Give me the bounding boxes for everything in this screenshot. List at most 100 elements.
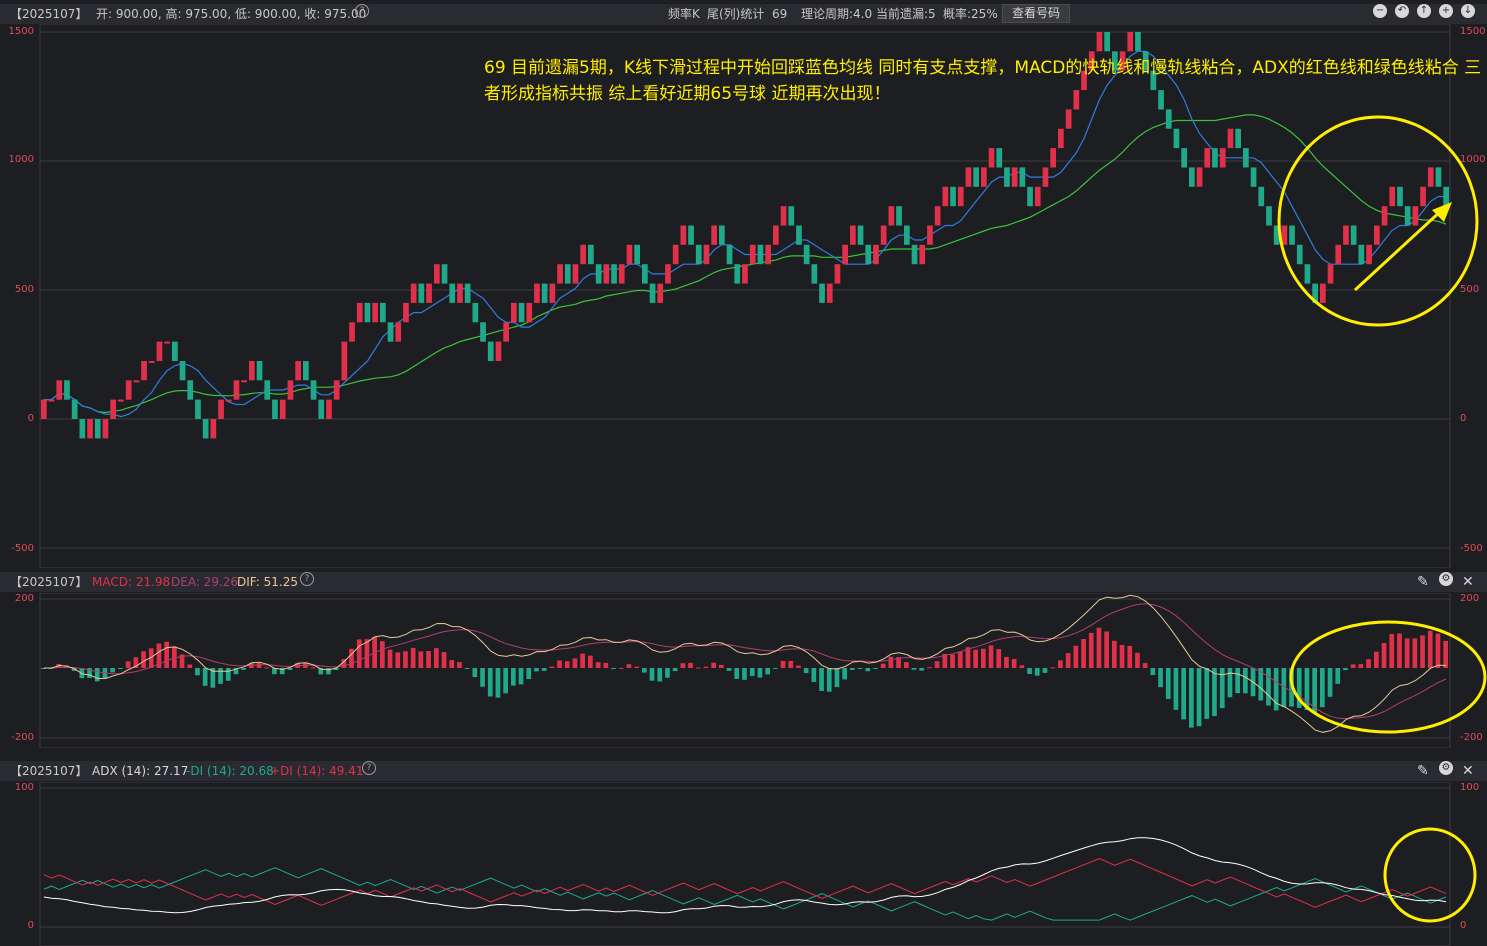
plus-icon[interactable]: + bbox=[1439, 4, 1453, 18]
candle bbox=[649, 283, 656, 303]
macd-histogram-bar bbox=[1227, 668, 1233, 698]
macd-histogram-bar bbox=[626, 664, 632, 668]
dif-value: DIF: 51.25 bbox=[237, 575, 298, 589]
macd-help-icon[interactable]: ? bbox=[300, 572, 314, 586]
candle bbox=[719, 225, 725, 245]
stat-label[interactable]: 尾(列)统计 bbox=[707, 4, 764, 24]
macd-histogram-bar bbox=[1027, 668, 1032, 674]
adx-y-tick-left-0: 0 bbox=[27, 920, 34, 931]
macd-histogram-bar bbox=[711, 662, 716, 668]
macd-symbol-label: 【2025107】 bbox=[10, 575, 88, 589]
candle bbox=[711, 225, 717, 245]
candle bbox=[1358, 244, 1365, 265]
macd-histogram-bar bbox=[1058, 660, 1063, 668]
candle bbox=[1397, 186, 1403, 207]
macd-histogram-bar bbox=[595, 662, 601, 668]
macd-histogram-bar bbox=[1004, 656, 1009, 668]
frequency-label[interactable]: 频率K bbox=[668, 4, 700, 24]
close-icon[interactable]: ✕ bbox=[1462, 572, 1474, 592]
macd-histogram-bar bbox=[1320, 668, 1325, 708]
macd-histogram-bar bbox=[1019, 665, 1025, 668]
candle bbox=[865, 244, 872, 265]
macd-histogram-bar bbox=[965, 647, 971, 668]
candle bbox=[249, 361, 255, 381]
candle bbox=[1058, 128, 1064, 149]
candle bbox=[665, 264, 671, 284]
macd-histogram-bar bbox=[256, 663, 262, 668]
adx-highlight-circle bbox=[1383, 827, 1477, 923]
candle bbox=[256, 361, 263, 381]
candle bbox=[1420, 186, 1426, 207]
candle bbox=[403, 302, 409, 323]
macd-panel[interactable]: 200 -200 200 -200 bbox=[0, 593, 1487, 748]
macd-chart[interactable] bbox=[0, 593, 1487, 748]
back-icon[interactable]: ↶ bbox=[1395, 4, 1409, 18]
macd-histogram-bar bbox=[927, 667, 932, 669]
candle bbox=[464, 283, 471, 303]
candle bbox=[1219, 148, 1226, 168]
macd-histogram-bar bbox=[1088, 632, 1094, 668]
pin-icon[interactable]: ✎ bbox=[1417, 572, 1429, 592]
macd-histogram-bar bbox=[657, 668, 663, 682]
settings-icon[interactable]: ⚙ bbox=[1439, 572, 1453, 586]
macd-y-tick-left-neg200: -200 bbox=[11, 732, 34, 743]
macd-histogram-bar bbox=[457, 662, 462, 668]
macd-histogram-bar bbox=[957, 651, 963, 668]
candle bbox=[518, 302, 525, 323]
candle bbox=[511, 302, 517, 323]
macd-histogram-bar bbox=[1404, 638, 1410, 668]
macd-histogram-bar bbox=[480, 668, 485, 687]
candle bbox=[1320, 283, 1326, 303]
adx-help-icon[interactable]: ? bbox=[362, 761, 376, 775]
candle bbox=[1019, 167, 1026, 187]
stat-value: 69 bbox=[772, 7, 788, 21]
macd-histogram-bar bbox=[680, 663, 686, 668]
candle bbox=[672, 244, 679, 265]
macd-histogram-bar bbox=[1158, 668, 1163, 688]
candle bbox=[1366, 244, 1372, 265]
macd-histogram-bar bbox=[1104, 631, 1109, 668]
candle bbox=[588, 244, 594, 265]
adx-panel-header: 【2025107】 ADX (14): 27.17 -DI (14): 20.6… bbox=[0, 761, 1487, 781]
view-numbers-button[interactable]: 查看号码 bbox=[1002, 4, 1070, 23]
minus-circle-icon[interactable]: − bbox=[1373, 4, 1387, 18]
macd-histogram-bar bbox=[850, 668, 855, 670]
candle bbox=[919, 244, 926, 265]
adx-pin-icon[interactable]: ✎ bbox=[1417, 761, 1429, 781]
candle bbox=[356, 302, 363, 323]
candle bbox=[1327, 264, 1334, 284]
macd-histogram-bar bbox=[310, 667, 316, 669]
macd-histogram-bar bbox=[1119, 645, 1125, 668]
candle bbox=[1065, 109, 1072, 129]
adx-close-icon[interactable]: ✕ bbox=[1462, 761, 1474, 781]
help-icon[interactable]: ? bbox=[355, 4, 369, 18]
adx-chart[interactable] bbox=[0, 782, 1487, 946]
macd-histogram-bar bbox=[487, 668, 493, 697]
macd-histogram-bar bbox=[264, 667, 270, 669]
candle bbox=[934, 206, 941, 226]
ohlc-readout: 开: 900.00, 高: 975.00, 低: 900.00, 收: 975.… bbox=[96, 7, 367, 21]
macd-histogram-bar bbox=[326, 668, 331, 675]
up-icon[interactable]: ↑ bbox=[1417, 4, 1431, 18]
macd-histogram-bar bbox=[534, 668, 539, 672]
macd-histogram-bar bbox=[811, 668, 817, 682]
candle bbox=[118, 399, 124, 402]
adx-settings-icon[interactable]: ⚙ bbox=[1439, 761, 1453, 775]
candle bbox=[426, 283, 432, 303]
macd-histogram-bar bbox=[1196, 668, 1202, 727]
candle bbox=[41, 399, 47, 419]
candle bbox=[287, 380, 294, 400]
down-icon[interactable]: ↓ bbox=[1461, 4, 1475, 18]
macd-histogram-bar bbox=[588, 655, 593, 668]
candle bbox=[1204, 148, 1211, 168]
macd-histogram-bar bbox=[1189, 668, 1194, 728]
macd-histogram-bar bbox=[356, 639, 362, 668]
macd-histogram-bar bbox=[549, 666, 555, 668]
candle bbox=[241, 380, 247, 383]
macd-histogram-bar bbox=[472, 668, 478, 678]
candle bbox=[279, 399, 286, 419]
macd-histogram-bar bbox=[1335, 668, 1341, 684]
adx-symbol-label: 【2025107】 bbox=[10, 764, 88, 778]
adx-panel[interactable]: 100 0 100 0 bbox=[0, 782, 1487, 946]
candle bbox=[1050, 148, 1056, 168]
